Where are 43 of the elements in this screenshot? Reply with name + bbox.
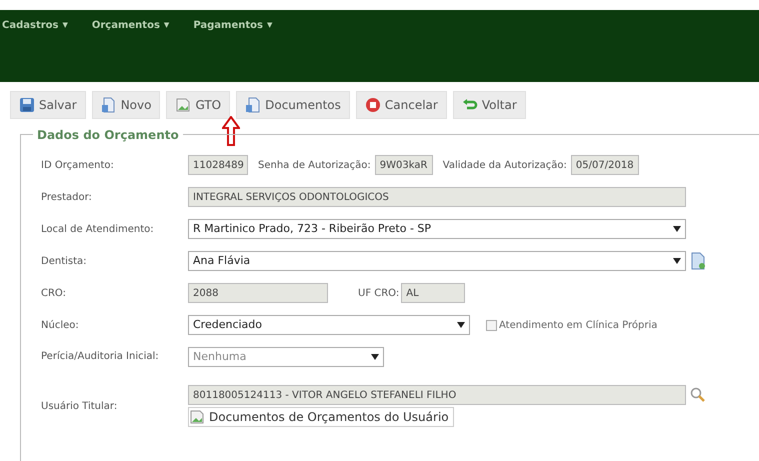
- search-icon[interactable]: [690, 387, 706, 403]
- broken-image: Documentos de Orçamentos do Usuário: [188, 407, 454, 427]
- document-icon[interactable]: [690, 252, 706, 270]
- cancel-icon: [364, 97, 381, 113]
- broken-image-icon: [189, 409, 205, 425]
- dropdown-arrow-icon: [673, 226, 681, 232]
- password-field[interactable]: 9W03kaR: [374, 155, 433, 175]
- field-label: Usuário Titular:: [41, 400, 118, 414]
- nucleus-select[interactable]: Credenciado: [188, 315, 470, 335]
- id-field[interactable]: 11028489: [188, 155, 248, 175]
- document-icon: [245, 97, 262, 113]
- date-field[interactable]: 05/07/2018: [570, 155, 639, 175]
- toolbar-button[interactable]: Cancelar: [356, 91, 447, 119]
- toolbar-button[interactable]: Documentos: [236, 91, 350, 119]
- dropdown-arrow-icon: [457, 322, 465, 328]
- field-label: UF CRO:: [358, 286, 400, 300]
- uf-field[interactable]: AL: [401, 283, 466, 303]
- field-label: Validade da Autorização:: [442, 158, 567, 172]
- field-label: ID Orçamento:: [41, 158, 115, 172]
- checkbox[interactable]: [486, 320, 497, 330]
- dentist-select[interactable]: Ana Flávia: [188, 251, 686, 271]
- broken-image-icon: [175, 97, 192, 113]
- checkbox-label: Atendimento em Clínica Própria: [499, 318, 658, 332]
- field-label: Prestador:: [41, 190, 93, 204]
- annotation-arrow-icon: [222, 116, 240, 146]
- field-label: CRO:: [41, 286, 67, 300]
- dropdown-arrow-icon: [371, 354, 379, 360]
- field-label: Perícia/Auditoria Inicial:: [41, 351, 160, 363]
- field-label: Núcleo:: [41, 318, 80, 332]
- provider-field[interactable]: INTEGRAL SERVIÇOS ODONTOLOGICOS: [188, 187, 686, 207]
- audit-select[interactable]: Nenhuma: [188, 347, 384, 367]
- toolbar-button[interactable]: GTO: [166, 91, 230, 119]
- location-select[interactable]: R Martinico Prado, 723 - Ribeirão Preto - SP: [188, 219, 686, 239]
- user-field[interactable]: 80118005124113 - VITOR ANGELO STEFANELI FILHO: [188, 385, 686, 405]
- cro-field[interactable]: 2088: [188, 283, 328, 303]
- field-label: Senha de Autorização:: [258, 158, 371, 172]
- toolbar-button[interactable]: Salvar: [10, 91, 86, 119]
- document-icon: [100, 97, 117, 113]
- toolbar-button[interactable]: Novo: [92, 91, 160, 119]
- dropdown-arrow-icon: [673, 258, 681, 264]
- toolbar-button[interactable]: Voltar: [452, 91, 526, 119]
- field-label: Local de Atendimento:: [41, 222, 155, 236]
- field-label: Dentista:: [41, 254, 88, 268]
